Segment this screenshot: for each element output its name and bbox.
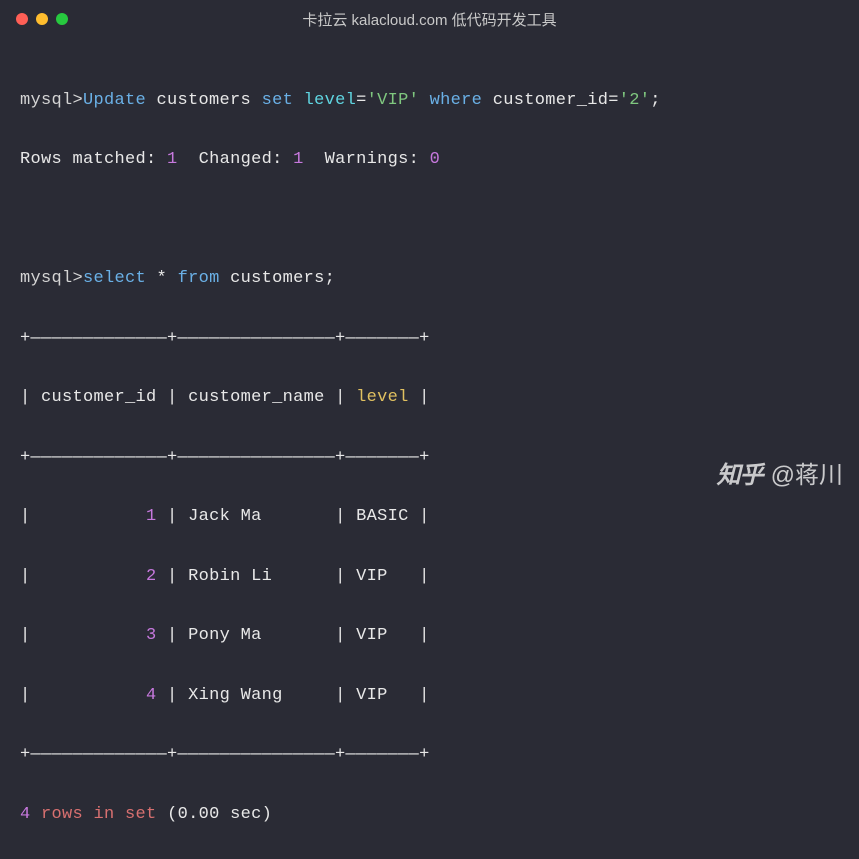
table-name: customers [157,91,252,110]
pipe: | [419,686,430,705]
window-title: 卡拉云 kalacloud.com 低代码开发工具 [302,9,556,30]
table-border-bot: +—————————————+———————————————+———————+ [20,740,839,770]
pipe: | [419,626,430,645]
eq: = [356,91,367,110]
row-count: 4 [20,805,31,824]
warnings-val: 0 [430,150,441,169]
cell-level: VIP [346,626,420,645]
pipe: | [167,388,178,407]
traffic-lights [16,13,68,25]
cell-id: 4 [31,686,168,705]
kw-from: from [178,269,220,288]
header-customer-name: customer_name [178,388,336,407]
titlebar: 卡拉云 kalacloud.com 低代码开发工具 [0,0,859,38]
semi: ; [325,269,336,288]
kw-set: set [262,91,294,110]
watermark-author: @蒋川 [771,455,843,490]
changed-label: Changed: [199,150,283,169]
pipe: | [20,686,31,705]
cell-name: Xing Wang [178,686,336,705]
kw-select: select [83,269,146,288]
changed-val: 1 [293,150,304,169]
table-header-row: | customer_id | customer_name | level | [20,383,839,413]
pipe: | [167,626,178,645]
rows-matched-label: Rows matched: [20,150,157,169]
cell-level: VIP [346,567,420,586]
warnings-label: Warnings: [325,150,420,169]
pipe: | [20,388,31,407]
cell-name: Pony Ma [178,626,336,645]
star: * [157,269,168,288]
val-2: '2' [619,91,651,110]
cell-name: Robin Li [178,567,336,586]
pipe: | [167,686,178,705]
cell-id: 2 [31,567,168,586]
pipe: | [335,567,346,586]
blank-line [20,205,839,235]
terminal-output: mysql>Update customers set level='VIP' w… [0,38,859,859]
kw-update: Update [83,91,146,110]
header-level: level [346,388,420,407]
eq2: = [608,91,619,110]
col-customer-id: customer_id [493,91,609,110]
pipe: | [419,567,430,586]
prompt: mysql> [20,269,83,288]
pipe: | [335,626,346,645]
table-row: | 2 | Robin Li | VIP | [20,562,839,592]
zhihu-logo-icon: 知乎 [717,455,763,490]
pipe: | [20,626,31,645]
table-name: customers [230,269,325,288]
close-icon[interactable] [16,13,28,25]
query-line-2: mysql>select * from customers; [20,264,839,294]
kw-where: where [430,91,483,110]
pipe: | [335,686,346,705]
watermark: 知乎 @蒋川 [717,455,843,490]
pipe: | [20,507,31,526]
query-line-1: mysql>Update customers set level='VIP' w… [20,86,839,116]
result-line-1: Rows matched: 1 Changed: 1 Warnings: 0 [20,145,839,175]
val-vip: 'VIP' [367,91,420,110]
semi: ; [650,91,661,110]
cell-level: BASIC [346,507,420,526]
cell-name: Jack Ma [178,507,336,526]
time: (0.00 sec) [167,805,272,824]
minimize-icon[interactable] [36,13,48,25]
pipe: | [167,567,178,586]
pipe: | [419,388,430,407]
table-row: | 4 | Xing Wang | VIP | [20,681,839,711]
pipe: | [20,567,31,586]
cell-level: VIP [346,686,420,705]
prompt: mysql> [20,91,83,110]
cell-id: 1 [31,507,168,526]
table-row: | 1 | Jack Ma | BASIC | [20,502,839,532]
cell-id: 3 [31,626,168,645]
pipe: | [419,507,430,526]
pipe: | [167,507,178,526]
maximize-icon[interactable] [56,13,68,25]
pipe: | [335,507,346,526]
rows-in-set: rows in set [41,805,157,824]
pipe: | [335,388,346,407]
footer-line: 4 rows in set (0.00 sec) [20,800,839,830]
table-border-top: +—————————————+———————————————+———————+ [20,324,839,354]
header-customer-id: customer_id [31,388,168,407]
col-level: level [304,91,357,110]
table-row: | 3 | Pony Ma | VIP | [20,621,839,651]
rows-matched-val: 1 [167,150,178,169]
